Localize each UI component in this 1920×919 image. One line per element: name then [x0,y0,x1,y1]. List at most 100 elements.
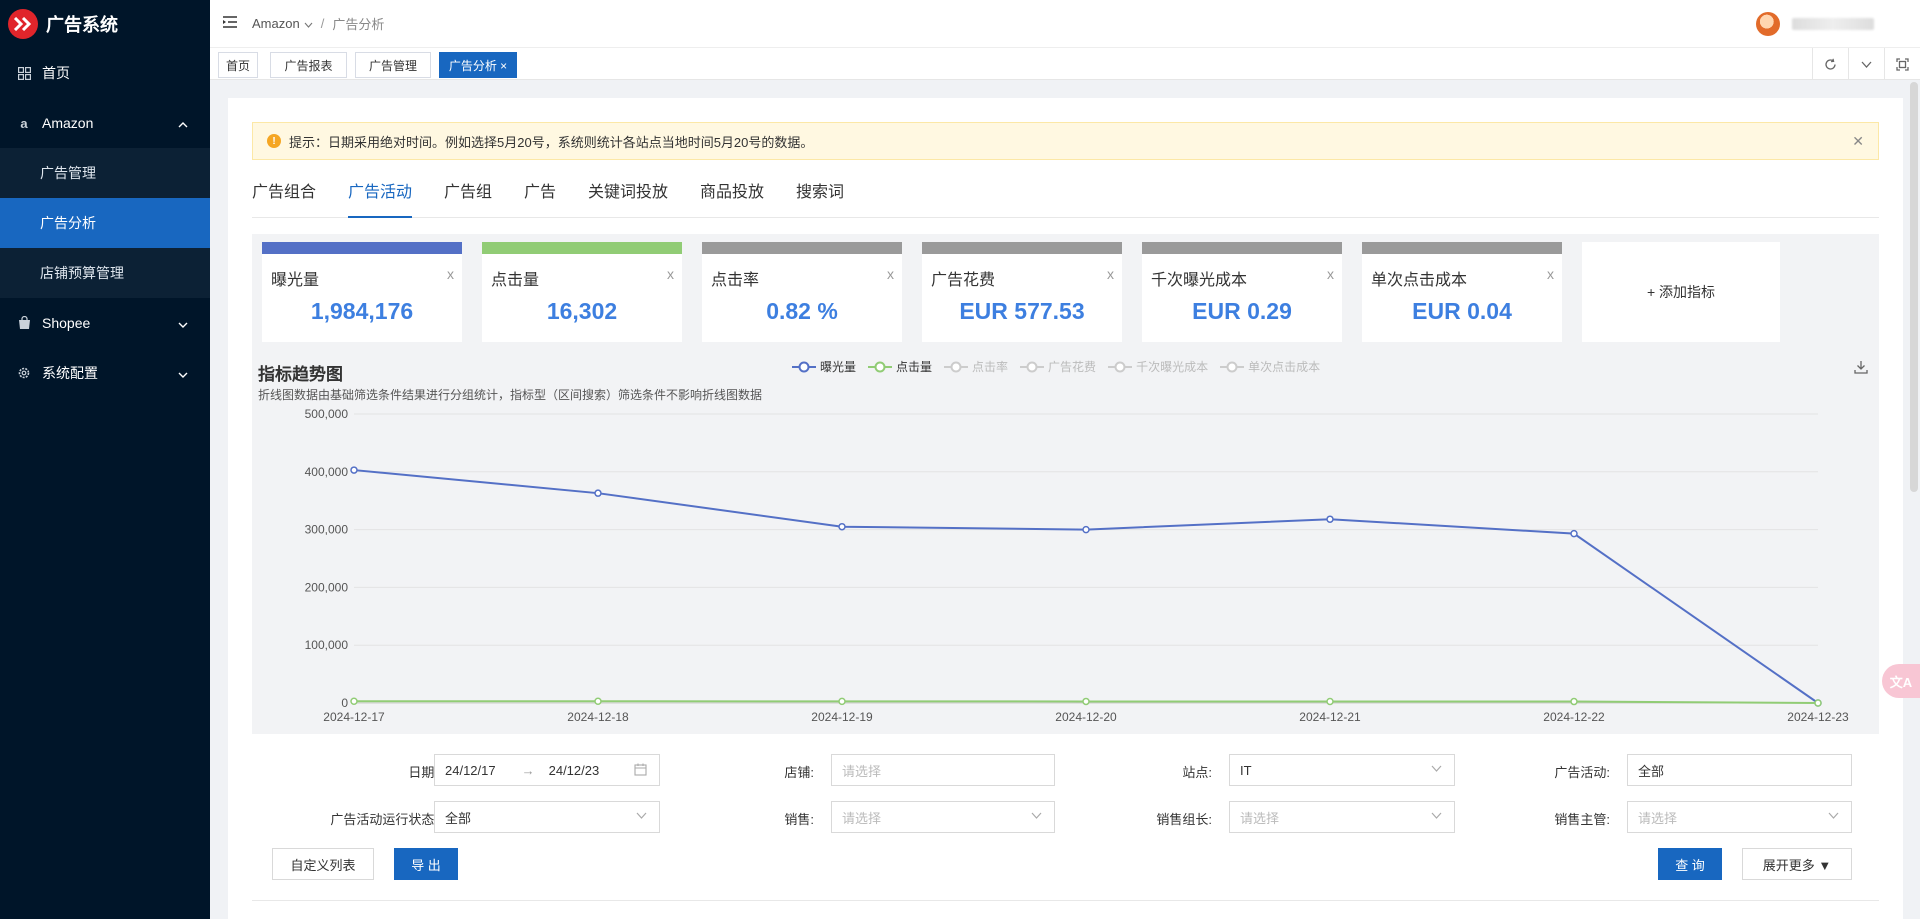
metric-color-bar [702,242,902,254]
data-point[interactable] [594,697,602,706]
tab-campaign[interactable]: 广告活动 [348,178,413,218]
data-point[interactable] [838,697,846,706]
data-point[interactable] [1814,699,1822,707]
shop-select[interactable]: 请选择 [831,754,1055,786]
sidebar-item-system-config[interactable]: 系统配置 [0,348,210,398]
data-point[interactable] [350,697,358,706]
legend-marker-icon [792,361,816,372]
sidebar-item-ad-management[interactable]: 广告管理 [0,148,210,198]
close-icon[interactable]: ✕ [1852,133,1864,150]
data-point[interactable] [1326,697,1334,706]
metric-card-ctr[interactable]: 点击率 x 0.82 % [702,242,902,342]
site-select[interactable]: IT [1229,754,1455,786]
sales-manager-select[interactable]: 请选择 [1627,801,1852,833]
tab-ad[interactable]: 广告 [524,178,556,218]
metric-name: 点击率 [711,272,760,289]
user-menu[interactable] [1756,12,1874,36]
fullscreen-icon[interactable] [1884,48,1920,80]
metric-card-spend[interactable]: 广告花费 x EUR 577.53 [922,242,1122,342]
legend-item[interactable]: 千次曝光成本 [1108,358,1208,375]
sidebar-item-shopee[interactable]: Shopee [0,298,210,348]
legend-label: 单次点击成本 [1248,360,1321,374]
x-tick-label: 2024-12-21 [1299,710,1361,724]
site-label: 站点: [1182,765,1212,780]
tag-home[interactable]: 首页 [218,52,258,78]
sidebar-item-ad-analysis[interactable]: 广告分析 [0,198,210,248]
sidebar-item-label: 广告分析 [40,215,96,231]
tab-keyword-targeting[interactable]: 关键词投放 [588,178,668,218]
metric-name: 曝光量 [271,272,320,289]
data-point[interactable] [1082,525,1090,534]
tab-portfolio[interactable]: 广告组合 [252,178,316,218]
amazon-submenu: 广告管理 广告分析 店铺预算管理 [0,148,210,298]
legend-item[interactable]: 单次点击成本 [1220,358,1320,375]
legend-item[interactable]: 点击率 [944,358,1008,375]
custom-columns-button[interactable]: 自定义列表 [272,848,374,880]
tag-ad-analysis[interactable]: 广告分析 × [439,52,517,78]
series-line [353,469,1819,704]
data-point[interactable] [594,489,602,497]
top-header: Amazon / 广告分析 [210,0,1920,48]
menu-toggle-icon[interactable] [222,15,238,32]
tag-ad-management[interactable]: 广告管理 [355,52,431,78]
tab-search-terms[interactable]: 搜索词 [796,178,844,218]
translate-icon[interactable]: 文A [1882,664,1920,698]
sales-select[interactable]: 请选择 [831,801,1055,833]
chart-title: 指标趋势图 [258,365,343,384]
date-start[interactable]: 24/12/17 [445,763,496,778]
add-metric-button[interactable]: + 添加指标 [1582,242,1780,342]
metric-remove-button[interactable]: x [1547,266,1554,282]
metric-remove-button[interactable]: x [887,266,894,282]
breadcrumb-item-amazon[interactable]: Amazon [252,16,300,31]
campaign-select[interactable]: 全部 [1627,754,1852,786]
metric-card-cpm[interactable]: 千次曝光成本 x EUR 0.29 [1142,242,1342,342]
data-point[interactable] [1326,515,1334,523]
sales-leader-select[interactable]: 请选择 [1229,801,1455,833]
avatar[interactable] [1756,12,1780,36]
chevron-down-icon[interactable] [1848,48,1884,80]
metric-remove-button[interactable]: x [447,266,454,282]
legend-item[interactable]: 点击量 [868,358,932,375]
refresh-icon[interactable] [1812,48,1848,80]
expand-more-button[interactable]: 展开更多 ▼ [1742,848,1852,880]
date-range-picker[interactable]: 24/12/17 → 24/12/23 [434,754,660,786]
metric-remove-button[interactable]: x [1107,266,1114,282]
sidebar-item-label: 首页 [42,65,70,81]
dashboard-icon [16,66,32,80]
legend-label: 点击量 [896,360,933,374]
metric-card-impressions[interactable]: 曝光量 x 1,984,176 [262,242,462,342]
sidebar-item-shop-budget[interactable]: 店铺预算管理 [0,248,210,298]
tag-ad-report[interactable]: 广告报表 [270,52,347,78]
metric-remove-button[interactable]: x [1327,266,1334,282]
campaign-status-select[interactable]: 全部 [434,801,660,833]
legend-item[interactable]: 广告花费 [1020,358,1096,375]
data-point[interactable] [350,466,358,474]
data-point[interactable] [1570,697,1578,706]
sidebar-item-amazon[interactable]: a Amazon [0,98,210,148]
legend-marker-icon [868,361,893,372]
data-point[interactable] [838,522,846,531]
x-tick-label: 2024-12-19 [811,710,873,724]
metric-remove-button[interactable]: x [667,266,674,282]
metric-color-bar [482,242,682,254]
date-end[interactable]: 24/12/23 [549,763,600,778]
legend-label: 曝光量 [820,360,857,374]
data-point[interactable] [1570,529,1578,538]
tab-product-targeting[interactable]: 商品投放 [700,178,764,218]
sidebar-item-label: 广告管理 [40,165,96,181]
metric-value: 0.82 % [766,298,838,324]
metric-name: 广告花费 [931,272,996,289]
metric-card-cpc[interactable]: 单次点击成本 x EUR 0.04 [1362,242,1562,342]
date-range-arrow: → [521,762,535,778]
notice-text: 提示：日期采用绝对时间。例如选择5月20号，系统则统计各站点当地时间5月20号的… [289,134,814,150]
sidebar-item-home[interactable]: 首页 [0,48,210,98]
query-button[interactable]: 查 询 [1658,848,1722,880]
export-button[interactable]: 导 出 [394,848,458,880]
data-point[interactable] [1082,697,1090,706]
legend-item[interactable]: 曝光量 [792,358,856,375]
page-scrollbar[interactable] [1910,82,1918,492]
tab-ad-group[interactable]: 广告组 [444,178,492,218]
metric-card-clicks[interactable]: 点击量 x 16,302 [482,242,682,342]
x-tick-label: 2024-12-17 [323,710,385,724]
download-icon[interactable] [1853,359,1869,378]
